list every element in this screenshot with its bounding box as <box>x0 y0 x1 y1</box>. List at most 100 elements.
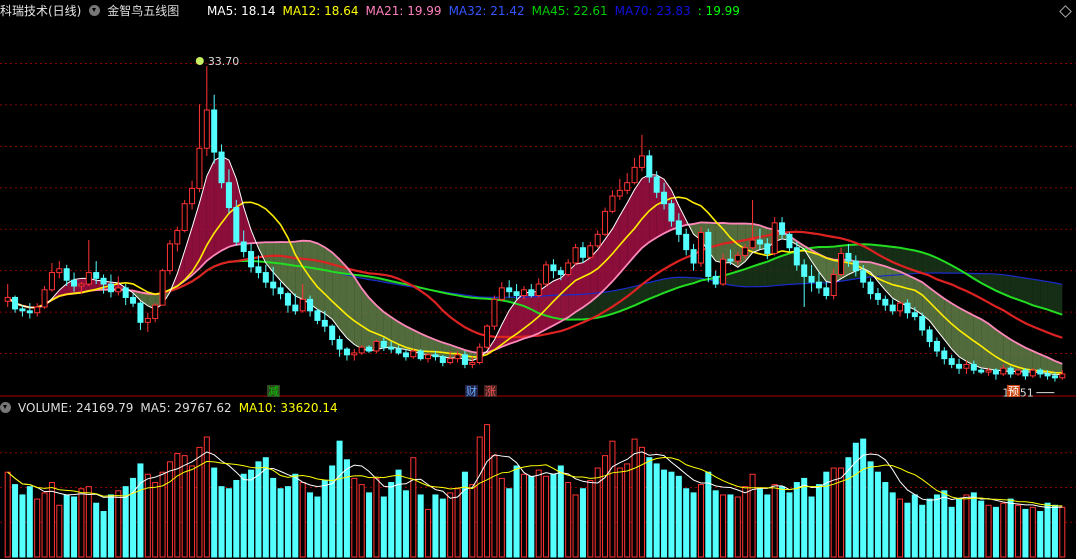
candle-body <box>432 354 439 358</box>
band-segment <box>634 178 642 257</box>
candle-body <box>675 220 682 235</box>
candle-body <box>823 287 830 297</box>
volume-bar <box>166 461 173 558</box>
candle-body <box>240 241 247 253</box>
band-segment <box>759 261 768 287</box>
volume-bar <box>1051 504 1058 558</box>
candle-body <box>889 304 896 312</box>
volume-bar <box>904 502 911 558</box>
candle-body <box>122 287 129 298</box>
volume-bar <box>107 494 114 558</box>
candle-body <box>321 319 328 327</box>
candle-body <box>1015 369 1022 375</box>
band-segment <box>317 243 325 314</box>
candle-body <box>904 302 911 314</box>
candle-body <box>734 254 741 262</box>
candle-body <box>543 264 550 285</box>
marker-label: 减 <box>268 385 279 398</box>
band-segment <box>206 160 215 261</box>
volume-bar <box>476 436 483 558</box>
volume-bar <box>1044 502 1051 558</box>
candle-body <box>366 346 373 352</box>
candle-body <box>454 354 461 360</box>
candle-body <box>262 272 269 283</box>
candle-body <box>1007 367 1014 375</box>
candle-body <box>764 243 771 254</box>
volume-bar <box>520 473 527 558</box>
volume-bar <box>1000 502 1007 558</box>
volume-bar <box>653 463 660 558</box>
volume-bar <box>793 482 800 558</box>
band-segment <box>1032 279 1041 308</box>
band-segment <box>914 278 923 315</box>
candle-body <box>196 147 203 189</box>
volume-bar <box>712 490 719 558</box>
apple-icon <box>195 56 204 65</box>
candle-body <box>299 298 306 312</box>
candle-body <box>439 356 446 363</box>
candle-body <box>506 287 513 293</box>
volume-bar <box>705 471 712 558</box>
volume-bar <box>823 471 830 558</box>
band-segment <box>767 258 775 287</box>
volume-bar <box>343 459 350 558</box>
candle-body <box>461 354 468 365</box>
candle-body <box>159 270 166 306</box>
candle-body <box>646 155 653 178</box>
volume-bar <box>48 482 55 558</box>
volume-bar <box>34 498 41 558</box>
volume-bar <box>218 486 225 558</box>
volume-ma5-line <box>7 451 1063 508</box>
volume-bar <box>277 488 284 558</box>
candle-body <box>616 189 623 197</box>
volume-bar <box>742 486 749 558</box>
volume-bar <box>225 488 232 558</box>
volume-bar <box>248 469 255 558</box>
candle-body <box>417 350 424 360</box>
candle-body <box>152 304 159 319</box>
candle-body <box>174 229 181 245</box>
volume-bar <box>491 455 498 558</box>
volume-bar <box>366 492 373 558</box>
candlestick-chart[interactable]: 33.7017.51减财涨预 <box>0 0 1076 559</box>
volume-bar <box>189 465 196 558</box>
candle-body <box>911 312 918 318</box>
volume-bar <box>624 463 631 558</box>
candle-body <box>292 304 299 312</box>
volume-bar <box>749 473 756 558</box>
volume-bar <box>882 482 889 558</box>
candle-body <box>19 308 26 312</box>
volume-bar <box>668 471 675 558</box>
volume-bar <box>970 492 977 558</box>
volume-bar <box>388 482 395 558</box>
candle-body <box>1022 369 1029 377</box>
candle-body <box>144 317 151 323</box>
candle-body <box>520 289 527 297</box>
band-segment <box>531 291 539 337</box>
candle-body <box>12 296 19 310</box>
volume-bar <box>100 510 107 558</box>
band-segment <box>560 271 569 322</box>
volume-bar <box>1059 506 1066 558</box>
candle-body <box>749 239 756 249</box>
candle-body <box>270 281 277 289</box>
volume-bar <box>830 467 837 558</box>
candle-body <box>336 339 343 350</box>
candle-body <box>498 287 505 300</box>
candle-body <box>93 272 100 279</box>
volume-bar <box>373 477 380 558</box>
candle-body <box>963 363 970 369</box>
candle-body <box>166 243 173 272</box>
volume-bar <box>1029 506 1036 558</box>
candle-body <box>277 287 284 295</box>
volume-bar <box>948 506 955 558</box>
candle-body <box>712 275 719 285</box>
candle-body <box>85 272 92 285</box>
candle-body <box>373 340 380 352</box>
candle-body <box>690 249 697 264</box>
candle-body <box>631 166 638 184</box>
candle-body <box>720 258 727 285</box>
volume-bar <box>933 494 940 558</box>
volume-bar <box>786 492 793 558</box>
volume-bar <box>4 471 11 558</box>
